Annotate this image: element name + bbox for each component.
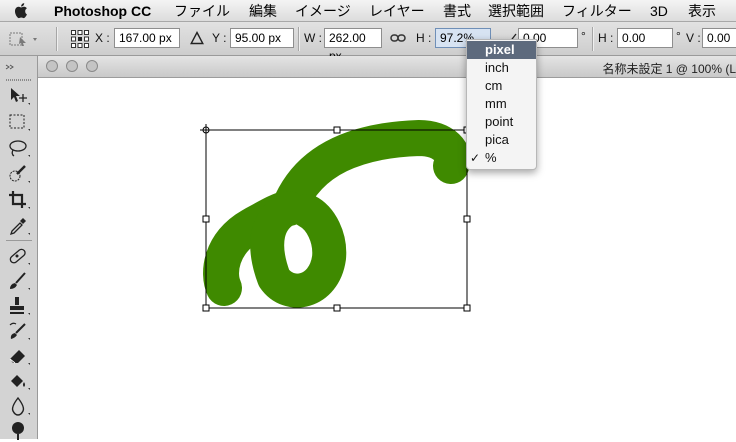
menu-bar: Photoshop CC ファイル 編集 イメージ レイヤー 書式 選択範囲 フ… [0,0,736,22]
horizontal-skew-label: H : [598,31,614,45]
transform-handle-middle-left [202,215,210,223]
canvas-artwork [200,120,471,312]
menu-edit[interactable]: 編集 [249,3,277,19]
dodge-tool-icon[interactable] [7,420,31,440]
unit-option-label: % [485,150,497,165]
vertical-skew-field[interactable]: 0.00 [702,28,736,48]
unit-option-point[interactable]: point [467,113,536,131]
transform-handle-bottom-middle [333,304,341,312]
height-label: H : [416,31,432,45]
width-field[interactable]: 262.00 px [324,28,382,63]
collapse-panel-icon[interactable] [4,58,34,70]
link-icon[interactable] [390,32,406,47]
menu-view[interactable]: 表示 [688,3,716,19]
angle-unit-label: ° [581,29,586,43]
unit-option-label: inch [485,60,509,75]
unit-option-label: pixel [485,42,515,57]
unit-option-label: point [485,114,514,129]
separator [298,27,300,51]
menu-3d[interactable]: 3D [650,3,668,19]
menu-select[interactable]: 選択範囲 [488,3,544,19]
clone-stamp-tool-icon[interactable] [7,296,31,316]
y-position-field[interactable]: 95.00 px [230,28,294,48]
menu-file[interactable]: ファイル [174,3,230,19]
document-title: 名称未設定 1 @ 100% (L [602,62,736,76]
move-tool-icon[interactable] [7,86,31,106]
menu-layer[interactable]: レイヤー [369,3,425,19]
relative-position-icon[interactable] [190,30,204,48]
close-window-button[interactable] [46,60,58,72]
unit-option-pixel[interactable]: pixel [467,41,536,59]
unit-option-cm[interactable]: cm [467,77,536,95]
move-tool-preset-icon[interactable] [7,30,41,51]
reference-point-icon[interactable] [70,29,90,52]
spot-healing-brush-icon[interactable] [7,246,31,266]
panel-grip-icon[interactable] [6,70,32,81]
transform-handle-bottom-right [463,304,471,312]
width-label: W : [304,31,322,45]
x-position-field[interactable]: 167.00 px [114,28,180,48]
crop-tool-icon[interactable] [7,190,31,210]
eraser-tool-icon[interactable] [7,346,31,366]
menu-filter[interactable]: フィルター [562,3,632,19]
separator [56,27,58,51]
eyedropper-tool-icon[interactable] [7,216,31,236]
tools-panel [0,56,38,440]
brush-tool-icon[interactable] [7,271,31,291]
lasso-tool-icon[interactable] [7,138,31,158]
unit-dropdown-menu: pixel inch cm mm point pica ✓ % [466,39,537,170]
minimize-window-button[interactable] [66,60,78,72]
x-label: X : [95,31,110,45]
paint-bucket-tool-icon[interactable] [7,371,31,391]
vertical-skew-label: V : [686,31,701,45]
apple-icon[interactable] [14,2,30,22]
unit-option-label: mm [485,96,507,111]
horizontal-skew-field[interactable]: 0.00 [617,28,673,48]
reference-point-handle-icon [200,124,212,136]
quick-selection-tool-icon[interactable] [7,164,31,184]
skew-unit-label: ° [676,29,681,43]
unit-option-label: cm [485,78,503,93]
history-brush-tool-icon[interactable] [7,321,31,341]
transform-handle-middle-right [463,215,471,223]
unit-option-inch[interactable]: inch [467,59,536,77]
menu-type[interactable]: 書式 [443,3,471,19]
menu-app-name[interactable]: Photoshop CC [54,3,151,19]
transform-handle-top-middle [333,126,341,134]
unit-option-mm[interactable]: mm [467,95,536,113]
brush-stroke-loop [250,191,347,308]
document-title-bar: 名称未設定 1 @ 100% (L [0,56,736,78]
unit-option-label: pica [485,132,509,147]
document-canvas[interactable] [39,78,736,439]
transform-handle-bottom-left [202,304,210,312]
marquee-tool-icon[interactable] [7,112,31,132]
options-bar: X : 167.00 px Y : 95.00 px W : 262.00 px… [0,22,736,63]
y-label: Y : [212,31,227,45]
separator [592,27,594,51]
blur-tool-icon[interactable] [7,396,31,416]
zoom-window-button[interactable] [86,60,98,72]
checkmark-icon: ✓ [470,151,481,165]
tool-group-divider [6,240,32,241]
menu-image[interactable]: イメージ [295,3,351,19]
unit-option-percent[interactable]: ✓ % [467,149,536,167]
unit-option-pica[interactable]: pica [467,131,536,149]
